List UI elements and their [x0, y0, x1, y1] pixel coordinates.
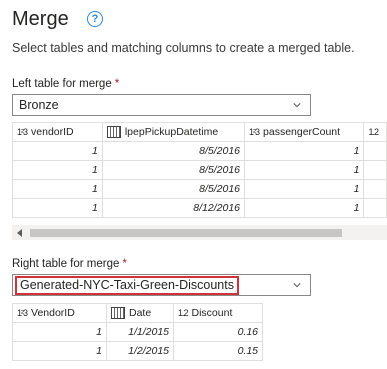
cell: 1	[12, 179, 103, 199]
column-header[interactable]: 1.2	[363, 122, 387, 142]
description-text: Select tables and matching columns to cr…	[12, 41, 355, 55]
left-table-preview: 1²3 vendorID lpepPickupDatetime 1²3 passen…	[12, 122, 387, 218]
right-table-label: Right table for merge *	[12, 258, 127, 270]
calendar-icon	[106, 126, 121, 139]
column-header[interactable]: 1²3 VendorID	[12, 303, 107, 323]
left-table-selected: Bronze	[19, 98, 59, 112]
decimal-type-icon: 1.2	[178, 308, 188, 318]
right-table-dropdown[interactable]: Generated-NYC-Taxi-Green-Discounts	[12, 274, 311, 296]
cell: 1	[12, 341, 107, 361]
column-header[interactable]: 1²3 vendorID	[12, 122, 103, 142]
cell	[363, 160, 387, 180]
number-type-icon: 1²3	[17, 308, 28, 318]
cell: 1	[12, 160, 103, 180]
number-type-icon: 1²3	[249, 127, 260, 137]
cell: 8/5/2016	[101, 179, 246, 199]
number-type-icon: 1²3	[17, 127, 28, 137]
scrollbar-thumb[interactable]	[30, 229, 342, 237]
column-header[interactable]: lpepPickupDatetime	[101, 122, 246, 142]
cell: 8/12/2016	[101, 198, 246, 218]
cell: 1	[243, 141, 365, 161]
table-row: 1 1/1/2015 0.16	[12, 322, 263, 342]
cell: 8/5/2016	[101, 160, 246, 180]
table-row: 1 8/12/2016 1	[12, 198, 387, 218]
column-header-label: passengerCount	[263, 126, 341, 138]
cell: 1/2/2015	[106, 341, 174, 361]
decimal-type-icon: 1.2	[368, 127, 378, 137]
right-table-label-text: Right table for merge	[12, 258, 120, 270]
right-table-preview: 1²3 VendorID Date 1.2 Discount 1 1/1/2015 0.…	[12, 303, 263, 361]
cell	[363, 141, 387, 161]
required-mark: *	[122, 258, 127, 270]
horizontal-scrollbar[interactable]	[12, 225, 387, 240]
cell: 8/5/2016	[101, 141, 246, 161]
cell	[363, 179, 387, 199]
question-circle-icon[interactable]: ?	[87, 11, 103, 27]
column-header[interactable]: Date	[106, 303, 174, 323]
cell: 1/1/2015	[106, 322, 174, 342]
column-header-label: lpepPickupDatetime	[124, 125, 219, 138]
column-header[interactable]: 1.2 Discount	[173, 303, 263, 323]
column-header-label: VendorID	[31, 307, 75, 319]
table-row: 1 8/5/2016 1	[12, 160, 387, 180]
left-table-label-text: Left table for merge	[12, 78, 112, 90]
column-header-label: Discount	[191, 307, 233, 319]
cell: 0.16	[173, 322, 263, 342]
page-title: Merge	[12, 8, 69, 30]
right-table-selected: Generated-NYC-Taxi-Green-Discounts	[15, 276, 239, 295]
cell: 1	[243, 160, 365, 180]
cell	[363, 198, 387, 218]
table-row: 1 8/5/2016 1	[12, 141, 387, 161]
column-header[interactable]: 1²3 passengerCount	[243, 122, 365, 142]
scroll-left-icon[interactable]	[17, 229, 22, 237]
cell: 1	[12, 322, 107, 342]
left-table-dropdown[interactable]: Bronze	[12, 94, 311, 116]
chevron-down-icon	[293, 103, 301, 108]
column-header-label: Date	[129, 306, 152, 319]
chevron-down-icon	[293, 283, 301, 288]
table-row: 1 1/2/2015 0.15	[12, 341, 263, 361]
cell: 1	[243, 198, 365, 218]
left-table-label: Left table for merge *	[12, 78, 119, 90]
calendar-icon	[111, 307, 125, 320]
cell: 1	[12, 141, 103, 161]
cell: 0.15	[173, 341, 263, 361]
cell: 1	[243, 179, 365, 199]
cell: 1	[12, 198, 103, 218]
column-header-label: vendorID	[31, 126, 74, 138]
required-mark: *	[114, 78, 120, 90]
table-row: 1 8/5/2016 1	[12, 179, 387, 199]
